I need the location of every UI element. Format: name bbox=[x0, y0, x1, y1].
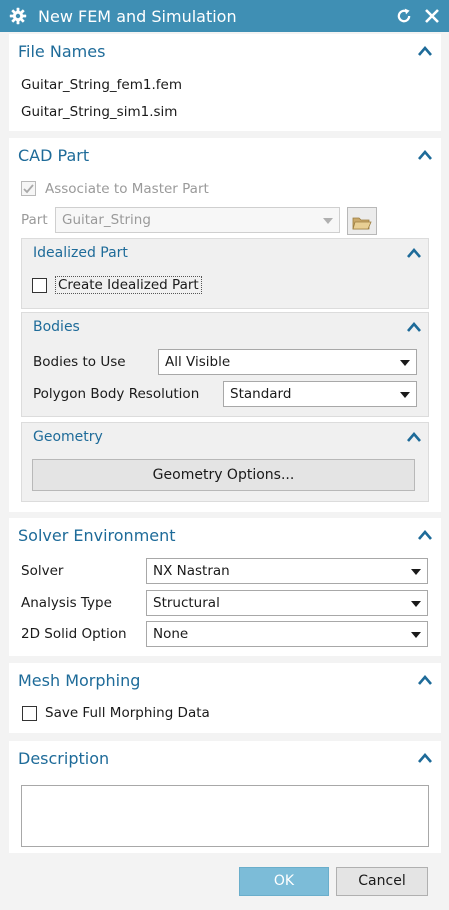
solver-select[interactable]: NX Nastran bbox=[146, 558, 428, 584]
bodies-to-use-label: Bodies to Use bbox=[33, 354, 126, 370]
create-idealized-checkbox[interactable] bbox=[32, 278, 47, 293]
chevron-down-icon bbox=[400, 392, 410, 398]
chevron-down-icon bbox=[400, 360, 410, 366]
chevron-up-icon[interactable] bbox=[406, 247, 422, 259]
geometry-options-label: Geometry Options... bbox=[152, 467, 295, 483]
gear-icon[interactable] bbox=[8, 6, 28, 26]
chevron-down-icon bbox=[411, 569, 421, 575]
cad-part-title: CAD Part bbox=[18, 146, 90, 165]
part-label: Part bbox=[21, 212, 48, 228]
geometry-options-button[interactable]: Geometry Options... bbox=[32, 459, 415, 491]
chevron-up-icon[interactable] bbox=[417, 674, 433, 686]
chevron-up-icon[interactable] bbox=[406, 431, 422, 443]
geometry-title: Geometry bbox=[33, 429, 103, 445]
analysis-type-value: Structural bbox=[153, 595, 220, 611]
mesh-morphing-title: Mesh Morphing bbox=[18, 671, 141, 690]
fem-file-name: Guitar_String_fem1.fem bbox=[21, 77, 182, 93]
description-title: Description bbox=[18, 749, 110, 768]
folder-open-button[interactable] bbox=[347, 207, 377, 235]
cad-part-header[interactable]: CAD Part bbox=[9, 138, 441, 172]
polygon-resolution-label: Polygon Body Resolution bbox=[33, 386, 200, 402]
save-morphing-label: Save Full Morphing Data bbox=[45, 705, 210, 721]
analysis-type-label: Analysis Type bbox=[21, 595, 112, 611]
description-section: Description bbox=[9, 741, 441, 853]
chevron-up-icon[interactable] bbox=[406, 321, 422, 333]
folder-open-icon bbox=[348, 208, 376, 241]
chevron-down-icon bbox=[411, 601, 421, 607]
associate-master-label: Associate to Master Part bbox=[45, 181, 209, 197]
polygon-resolution-select[interactable]: Standard bbox=[223, 381, 417, 407]
window-title: New FEM and Simulation bbox=[38, 6, 237, 26]
geometry-panel: Geometry Geometry Options... bbox=[21, 422, 429, 502]
solid-option-label: 2D Solid Option bbox=[21, 626, 127, 642]
bodies-panel: Bodies Bodies to Use All Visible Polygon… bbox=[21, 312, 429, 417]
part-select-value: Guitar_String bbox=[62, 212, 151, 228]
solver-label: Solver bbox=[21, 563, 64, 579]
bodies-to-use-select[interactable]: All Visible bbox=[158, 349, 417, 375]
part-select[interactable]: Guitar_String bbox=[55, 207, 340, 233]
close-icon[interactable] bbox=[421, 5, 443, 27]
description-textarea[interactable] bbox=[21, 785, 429, 847]
create-idealized-label[interactable]: Create Idealized Part bbox=[55, 276, 202, 294]
description-header[interactable]: Description bbox=[9, 741, 441, 775]
solid-option-select[interactable]: None bbox=[146, 621, 428, 647]
chevron-down-icon bbox=[411, 632, 421, 638]
polygon-resolution-value: Standard bbox=[230, 386, 292, 402]
title-bar: New FEM and Simulation bbox=[0, 0, 449, 32]
mesh-morphing-section: Mesh Morphing Save Full Morphing Data bbox=[9, 663, 441, 733]
file-names-title: File Names bbox=[18, 42, 106, 61]
reset-icon[interactable] bbox=[393, 5, 415, 27]
file-names-header[interactable]: File Names bbox=[9, 34, 441, 68]
mesh-morphing-header[interactable]: Mesh Morphing bbox=[9, 663, 441, 697]
chevron-up-icon[interactable] bbox=[417, 149, 433, 161]
solid-option-value: None bbox=[153, 626, 189, 642]
chevron-up-icon[interactable] bbox=[417, 529, 433, 541]
file-names-section: File Names Guitar_String_fem1.fem Guitar… bbox=[9, 34, 441, 131]
solver-value: NX Nastran bbox=[153, 563, 230, 579]
solver-environment-section: Solver Environment Solver NX Nastran Ana… bbox=[9, 518, 441, 656]
cad-part-section: CAD Part Associate to Master Part Part G… bbox=[9, 138, 441, 512]
solver-environment-header[interactable]: Solver Environment bbox=[9, 518, 441, 552]
cancel-button[interactable]: Cancel bbox=[336, 867, 428, 896]
bodies-to-use-value: All Visible bbox=[165, 354, 231, 370]
associate-master-checkbox[interactable] bbox=[21, 181, 36, 196]
solver-environment-title: Solver Environment bbox=[18, 526, 176, 545]
idealized-part-panel: Idealized Part Create Idealized Part bbox=[21, 238, 429, 309]
analysis-type-select[interactable]: Structural bbox=[146, 590, 428, 616]
chevron-up-icon[interactable] bbox=[417, 45, 433, 57]
idealized-part-title: Idealized Part bbox=[33, 245, 128, 261]
save-morphing-checkbox[interactable] bbox=[22, 706, 37, 721]
sim-file-name: Guitar_String_sim1.sim bbox=[21, 104, 178, 120]
ok-button[interactable]: OK bbox=[239, 867, 329, 896]
chevron-down-icon bbox=[323, 218, 333, 224]
bodies-title: Bodies bbox=[33, 319, 80, 335]
chevron-up-icon[interactable] bbox=[417, 752, 433, 764]
